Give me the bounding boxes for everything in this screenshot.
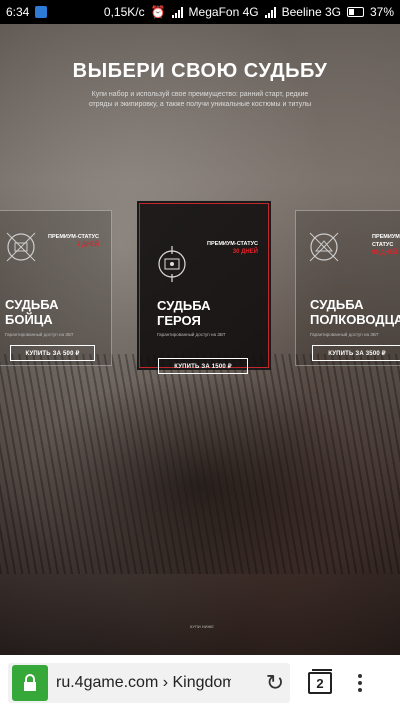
- card-title-line2: БОЙЦА: [5, 312, 53, 327]
- tabs-button[interactable]: 2: [308, 669, 332, 694]
- url-text: ru.4game.com › Kingdoms: [56, 674, 231, 691]
- card-fighter[interactable]: ПРЕМИУМ-СТАТУС 7 ДНЕЙ СУДЬБА БОЙЦА Гаран…: [0, 210, 112, 366]
- signal-icon: [171, 6, 183, 18]
- lock-icon[interactable]: [12, 665, 48, 701]
- card-desc: Гарантированный доступ на ЗБТ: [5, 332, 74, 337]
- buy-commander-button[interactable]: КУПИТЬ ЗА 3500 ₽: [312, 345, 400, 361]
- buy-fighter-button[interactable]: КУПИТЬ ЗА 500 ₽: [10, 345, 95, 361]
- menu-icon[interactable]: [358, 674, 362, 692]
- browser-toolbar: ru.4game.com › Kingdoms ↻ 2: [0, 655, 400, 711]
- status-bar: 6:34 0,15K/c ⏰ MegaFon 4G Beeline 3G 37%: [0, 0, 400, 24]
- reload-icon[interactable]: ↻: [260, 670, 290, 696]
- card-title-line1: СУДЬБА: [5, 297, 59, 312]
- premium-days: 90 ДНЕЙ: [372, 250, 398, 256]
- battery-icon: [346, 7, 364, 17]
- carrier-1: MegaFon 4G: [188, 5, 259, 19]
- card-title-line1: СУДЬБА: [310, 297, 364, 312]
- battery-level: 37%: [369, 5, 394, 19]
- card-hero[interactable]: ПРЕМИУМ-СТАТУС 30 ДНЕЙ СУДЬБА ГЕРОЯ Гара…: [137, 201, 271, 374]
- scroll-hint[interactable]: КУПИ НИЖЕ: [190, 624, 214, 629]
- commander-emblem-icon: [309, 232, 339, 262]
- web-page: ВЫБЕРИ СВОЮ СУДЬБУ Купи набор и использу…: [0, 24, 400, 655]
- buy-hero-button[interactable]: КУПИТЬ ЗА 1500 ₽: [158, 358, 248, 374]
- tab-count: 2: [316, 675, 324, 691]
- battle-background: [0, 354, 400, 574]
- page-subtitle: Купи набор и используй свое преимущество…: [88, 91, 312, 108]
- alarm-icon: ⏰: [150, 5, 166, 19]
- notification-icon: [35, 6, 48, 18]
- fighter-emblem-icon: [6, 232, 36, 262]
- premium-label: ПРЕМИУМ-СТАТУС: [48, 234, 99, 240]
- premium-label: ПРЕМИУМ-СТАТУС: [207, 241, 258, 247]
- address-bar[interactable]: ru.4game.com › Kingdoms ↻: [8, 663, 290, 703]
- card-title-line2: ГЕРОЯ: [157, 313, 201, 328]
- card-commander[interactable]: ПРЕМИУМ-СТАТУС 90 ДНЕЙ СУДЬБА ПОЛКОВОДЦА…: [295, 210, 400, 366]
- hero-emblem-icon: [158, 246, 186, 282]
- card-desc: Гарантированный доступ на ЗБТ: [157, 332, 226, 337]
- card-title-line1: СУДЬБА: [157, 298, 211, 313]
- page-title: ВЫБЕРИ СВОЮ СУДЬБУ: [72, 60, 328, 82]
- premium-days: 7 ДНЕЙ: [77, 242, 99, 248]
- card-title-line2: ПОЛКОВОДЦА: [310, 312, 400, 327]
- card-desc: Гарантированный доступ на ЗБТ: [310, 332, 379, 337]
- signal-icon-2: [264, 6, 276, 18]
- premium-label: ПРЕМИУМ-СТАТУС: [372, 234, 400, 248]
- clock: 6:34: [6, 5, 30, 19]
- premium-days: 30 ДНЕЙ: [232, 249, 258, 255]
- carrier-2: Beeline 3G: [281, 5, 341, 19]
- network-speed: 0,15K/c: [103, 5, 145, 19]
